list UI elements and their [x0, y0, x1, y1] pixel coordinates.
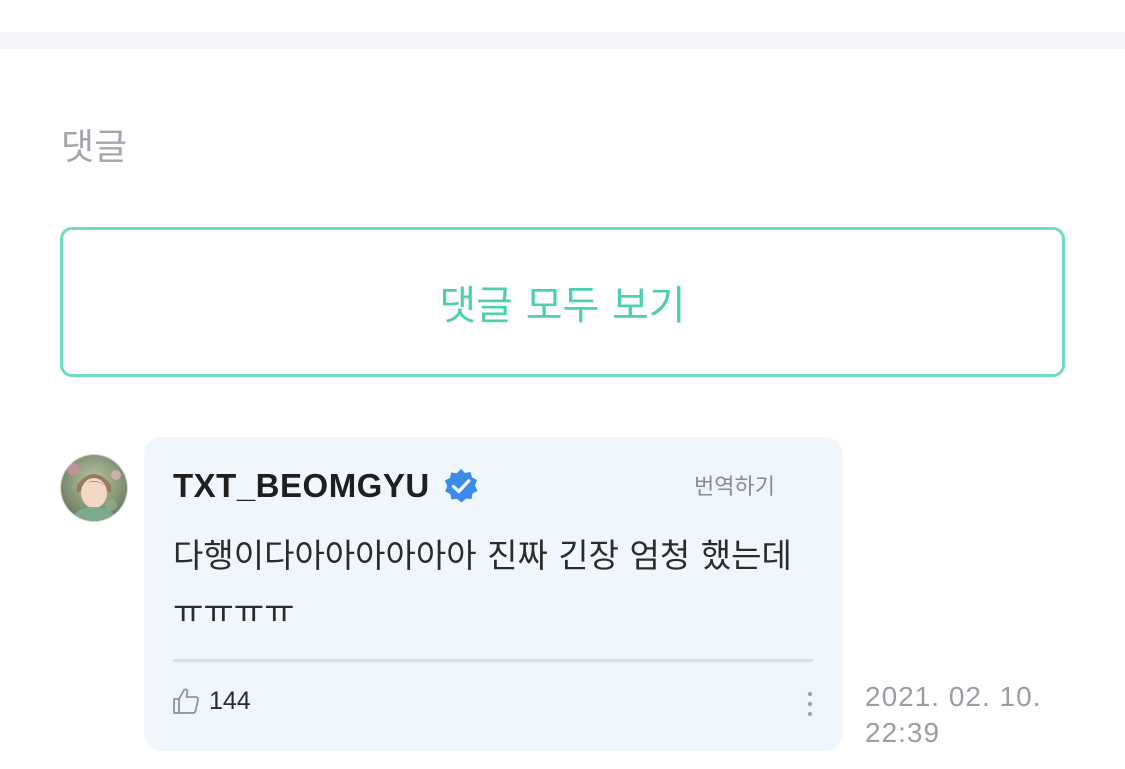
- more-vertical-icon[interactable]: [798, 689, 822, 719]
- view-all-comments-button[interactable]: 댓글 모두 보기: [60, 227, 1065, 377]
- comment-author-row: TXT_BEOMGYU: [173, 467, 480, 505]
- like-count: 144: [209, 686, 251, 715]
- comment-timestamp: 2021. 02. 10. 22:39: [865, 681, 1042, 748]
- comments-page: 댓글 댓글 모두 보기 TXT_BEOMGYU 번역하기 다행이다아아아아아아 …: [0, 0, 1125, 769]
- avatar-image: [61, 455, 127, 521]
- avatar[interactable]: [61, 455, 127, 521]
- comment-divider: [173, 659, 813, 662]
- comment-card: TXT_BEOMGYU 번역하기 다행이다아아아아아아 진짜 긴장 엄청 했는데…: [144, 437, 843, 751]
- like-button[interactable]: 144: [171, 686, 251, 716]
- section-divider: [0, 32, 1125, 49]
- thumbs-up-icon: [171, 686, 201, 716]
- comment-text: 다행이다아아아아아아 진짜 긴장 엄청 했는데ㅠㅠㅠㅠ: [173, 536, 792, 631]
- comment-author-name[interactable]: TXT_BEOMGYU: [173, 467, 430, 505]
- verified-check-icon: [442, 467, 480, 505]
- translate-link[interactable]: 번역하기: [694, 469, 775, 501]
- comments-section-title: 댓글: [61, 127, 128, 168]
